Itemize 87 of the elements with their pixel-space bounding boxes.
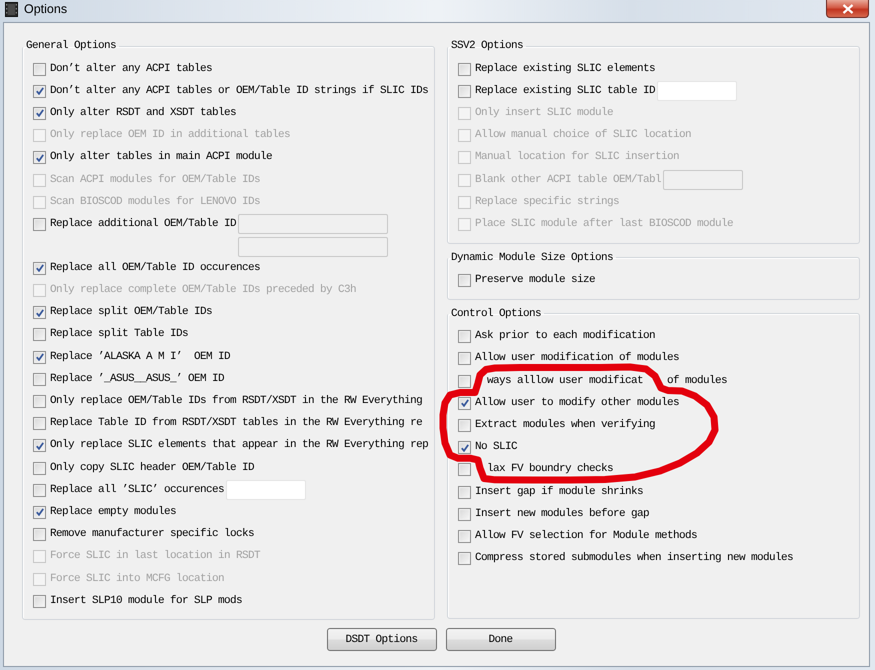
checkbox-label[interactable]: No SLIC xyxy=(475,441,518,454)
checkmark-icon xyxy=(36,508,44,516)
checkbox-label[interactable]: Replace ’_ASUS__ASUS_’ OEM ID xyxy=(50,372,224,386)
checkmark-icon xyxy=(36,308,44,317)
checkbox[interactable] xyxy=(33,484,46,497)
checkbox[interactable] xyxy=(33,594,46,608)
checkbox[interactable] xyxy=(458,396,471,410)
checkmark-icon xyxy=(36,353,44,362)
checkbox[interactable] xyxy=(33,528,46,542)
text-field[interactable] xyxy=(657,81,738,102)
checkbox-label[interactable]: Replace all ’SLIC’ occurences xyxy=(50,484,224,497)
checkbox[interactable] xyxy=(33,417,46,430)
checkbox-label[interactable]: Don’t alter any ACPI tables xyxy=(50,62,212,76)
checkbox-label[interactable]: lax FV boundry checks xyxy=(487,463,614,476)
checkbox[interactable] xyxy=(33,84,46,98)
checkbox-label[interactable]: Only copy SLIC header OEM/Table ID xyxy=(50,462,254,475)
checkbox[interactable] xyxy=(33,151,46,164)
checkmark-icon xyxy=(36,442,44,450)
checkbox[interactable] xyxy=(33,218,46,231)
checkbox[interactable] xyxy=(458,62,471,76)
checkbox[interactable] xyxy=(33,106,46,120)
group-title: Dynamic Module Size Options xyxy=(450,250,614,264)
text-field[interactable] xyxy=(226,480,306,500)
checkbox-label[interactable]: Preserve module size xyxy=(475,274,596,288)
checkbox-label[interactable]: Replace additional OEM/Table ID xyxy=(50,218,236,231)
checkbox[interactable] xyxy=(33,62,46,76)
checkbox-label[interactable]: Replace existing SLIC elements xyxy=(475,62,656,76)
checkbox[interactable] xyxy=(458,441,471,454)
group-title: SSV2 Options xyxy=(450,39,524,53)
checkbox-label[interactable]: Replace split OEM/Table IDs xyxy=(50,306,212,320)
group-title: Control Options xyxy=(450,306,542,321)
checkbox[interactable] xyxy=(458,352,471,366)
dialog-button[interactable]: DSDT Options xyxy=(326,628,436,651)
checkbox[interactable] xyxy=(33,395,46,408)
checkbox[interactable] xyxy=(458,552,471,566)
checkbox-label[interactable]: Replace all OEM/Table ID occurences xyxy=(50,262,260,275)
checkbox-label[interactable]: Only replace SLIC elements that appear in the RW Everything rep xyxy=(50,439,428,452)
dialog-button[interactable]: Done xyxy=(446,628,556,651)
group-title: General Options xyxy=(25,39,118,53)
checkbox-label[interactable]: Replace split Table IDs xyxy=(50,328,188,342)
app-icon xyxy=(5,2,18,17)
checkbox-label[interactable]: Extract modules when verifying xyxy=(475,419,656,432)
checkmark-icon xyxy=(36,264,44,272)
checkbox-label[interactable]: Allow user to modify other modules xyxy=(475,396,680,410)
checkbox-label[interactable]: Insert new modules before gap xyxy=(475,508,650,521)
checkbox-label[interactable]: Compress stored submodules when inserting new modules xyxy=(475,552,794,566)
checkbox[interactable] xyxy=(33,506,46,519)
checkmark-icon xyxy=(36,109,44,118)
checkbox-label[interactable]: Allow FV selection for Module methods xyxy=(475,530,698,543)
checkbox[interactable] xyxy=(33,462,46,475)
checkbox-label[interactable]: Allow user modification of modules xyxy=(475,352,680,366)
checkbox[interactable] xyxy=(458,274,471,288)
checkbox-label[interactable]: of modules xyxy=(667,374,728,388)
window-title: Options xyxy=(24,2,68,17)
checkbox-label[interactable]: Replace existing SLIC table ID xyxy=(475,84,656,98)
checkbox[interactable] xyxy=(33,306,46,320)
checkmark-icon xyxy=(460,399,468,408)
checkmark-icon xyxy=(36,87,44,96)
checkbox-label[interactable]: Remove manufacturer specific locks xyxy=(50,528,254,542)
checkbox[interactable] xyxy=(458,508,471,521)
checkbox[interactable] xyxy=(33,439,46,452)
checkbox[interactable] xyxy=(33,328,46,342)
checkbox[interactable] xyxy=(33,372,46,386)
checkbox[interactable] xyxy=(33,262,46,275)
checkbox[interactable] xyxy=(33,350,46,364)
checkbox-label[interactable]: Don’t alter any ACPI tables or OEM/Table ID strings if SLIC IDs xyxy=(50,84,428,98)
close-icon xyxy=(842,4,854,14)
checkbox-label[interactable]: Replace ’ALASKA A M I’ OEM ID xyxy=(50,350,230,364)
checkbox-label[interactable]: Only replace OEM/Table IDs from RSDT/XSDT in the RW Everything xyxy=(50,395,422,408)
checkbox-label[interactable]: Replace Table ID from RSDT/XSDT tables in the RW Everything re xyxy=(50,417,422,430)
checkbox-label[interactable]: Only alter RSDT and XSDT tables xyxy=(50,106,236,120)
checkbox-label[interactable]: Ask prior to each modification xyxy=(475,330,656,344)
checkbox[interactable] xyxy=(458,530,471,543)
checkbox[interactable] xyxy=(458,84,471,98)
checkbox-label[interactable]: Insert SLP10 module for SLP mods xyxy=(50,594,242,608)
checkmark-icon xyxy=(36,154,44,162)
checkbox-label[interactable]: ways alllow user modificat xyxy=(487,374,644,388)
close-button[interactable] xyxy=(826,0,869,18)
checkbox[interactable] xyxy=(458,486,471,499)
checkbox-label[interactable]: Replace empty modules xyxy=(50,506,176,519)
checkbox-label[interactable]: Insert gap if module shrinks xyxy=(475,486,644,499)
checkbox[interactable] xyxy=(458,463,471,476)
checkbox-label[interactable]: Only alter tables in main ACPI module xyxy=(50,151,272,164)
checkbox[interactable] xyxy=(458,330,471,344)
checkbox[interactable] xyxy=(458,374,471,388)
checkbox[interactable] xyxy=(458,419,471,432)
checkmark-icon xyxy=(460,444,468,452)
